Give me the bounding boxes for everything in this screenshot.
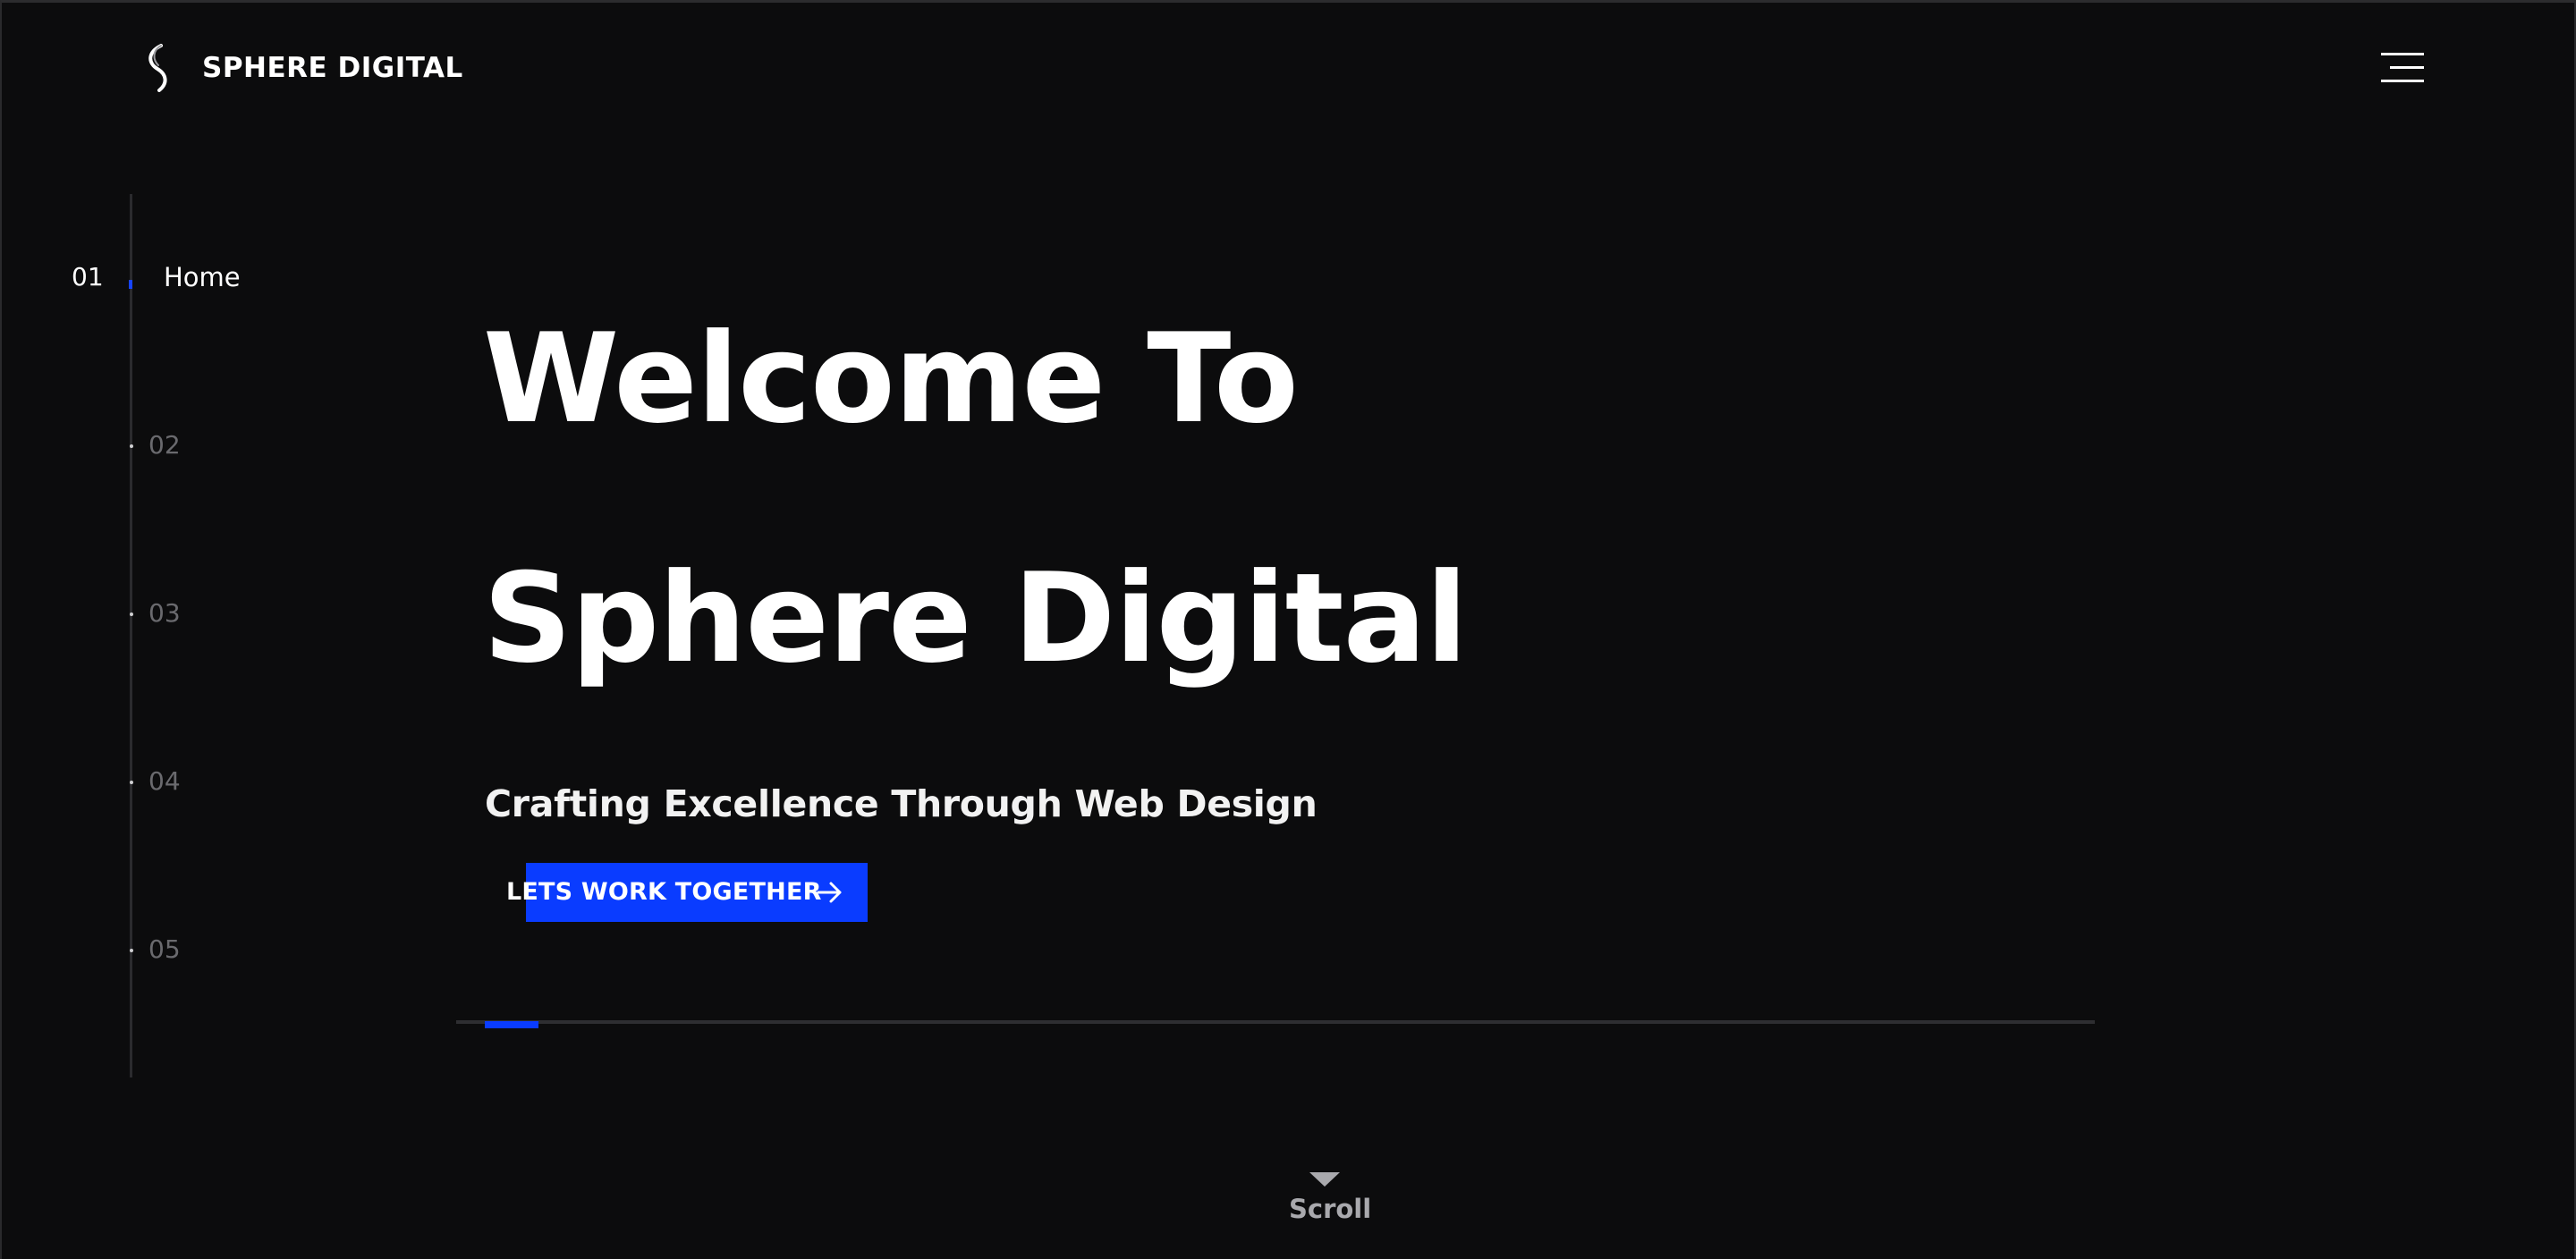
section-dot (130, 949, 133, 952)
section-nav-item-05[interactable]: 05 (2, 934, 199, 970)
cta-label: LETS WORK TOGETHER (506, 878, 822, 906)
section-number: 05 (148, 934, 181, 964)
brand-name: SPHERE DIGITAL (202, 52, 463, 84)
section-dot (130, 613, 133, 616)
brand-logo[interactable]: SPHERE DIGITAL (141, 44, 463, 92)
active-section-marker (129, 280, 132, 289)
hero-subtitle: Crafting Excellence Through Web Design (485, 782, 1318, 825)
menu-button[interactable] (2381, 49, 2424, 85)
lets-work-together-button[interactable]: LETS WORK TOGETHER (485, 863, 868, 922)
arrow-right-icon (817, 882, 842, 903)
hero-title-line-1: Welcome To (483, 307, 1299, 451)
section-number: 01 (72, 262, 104, 292)
slider-progress-fill (485, 1021, 538, 1028)
section-nav-item-03[interactable]: 03 (2, 598, 199, 634)
scroll-label: Scroll (1289, 1194, 1372, 1224)
section-nav-item-04[interactable]: 04 (2, 766, 199, 802)
s-monogram-icon (148, 44, 167, 92)
section-dot (130, 444, 133, 448)
section-nav-item-home[interactable]: 01 Home (2, 262, 252, 298)
section-number: 02 (148, 430, 181, 460)
caret-down-icon (1309, 1172, 1340, 1187)
section-nav: 01 Home 02 03 04 05 (2, 194, 288, 1077)
section-number: 03 (148, 598, 181, 628)
scroll-hint[interactable]: Scroll (1289, 1172, 1372, 1224)
section-dot (130, 781, 133, 784)
section-number: 04 (148, 766, 181, 796)
section-label: Home (164, 262, 241, 292)
slider-progress-track (456, 1020, 2095, 1024)
hero-title-line-2: Sphere Digital (483, 546, 1468, 690)
section-nav-item-02[interactable]: 02 (2, 430, 199, 466)
page: SPHERE DIGITAL 01 Home 02 03 04 05 Welco… (0, 0, 2576, 1259)
